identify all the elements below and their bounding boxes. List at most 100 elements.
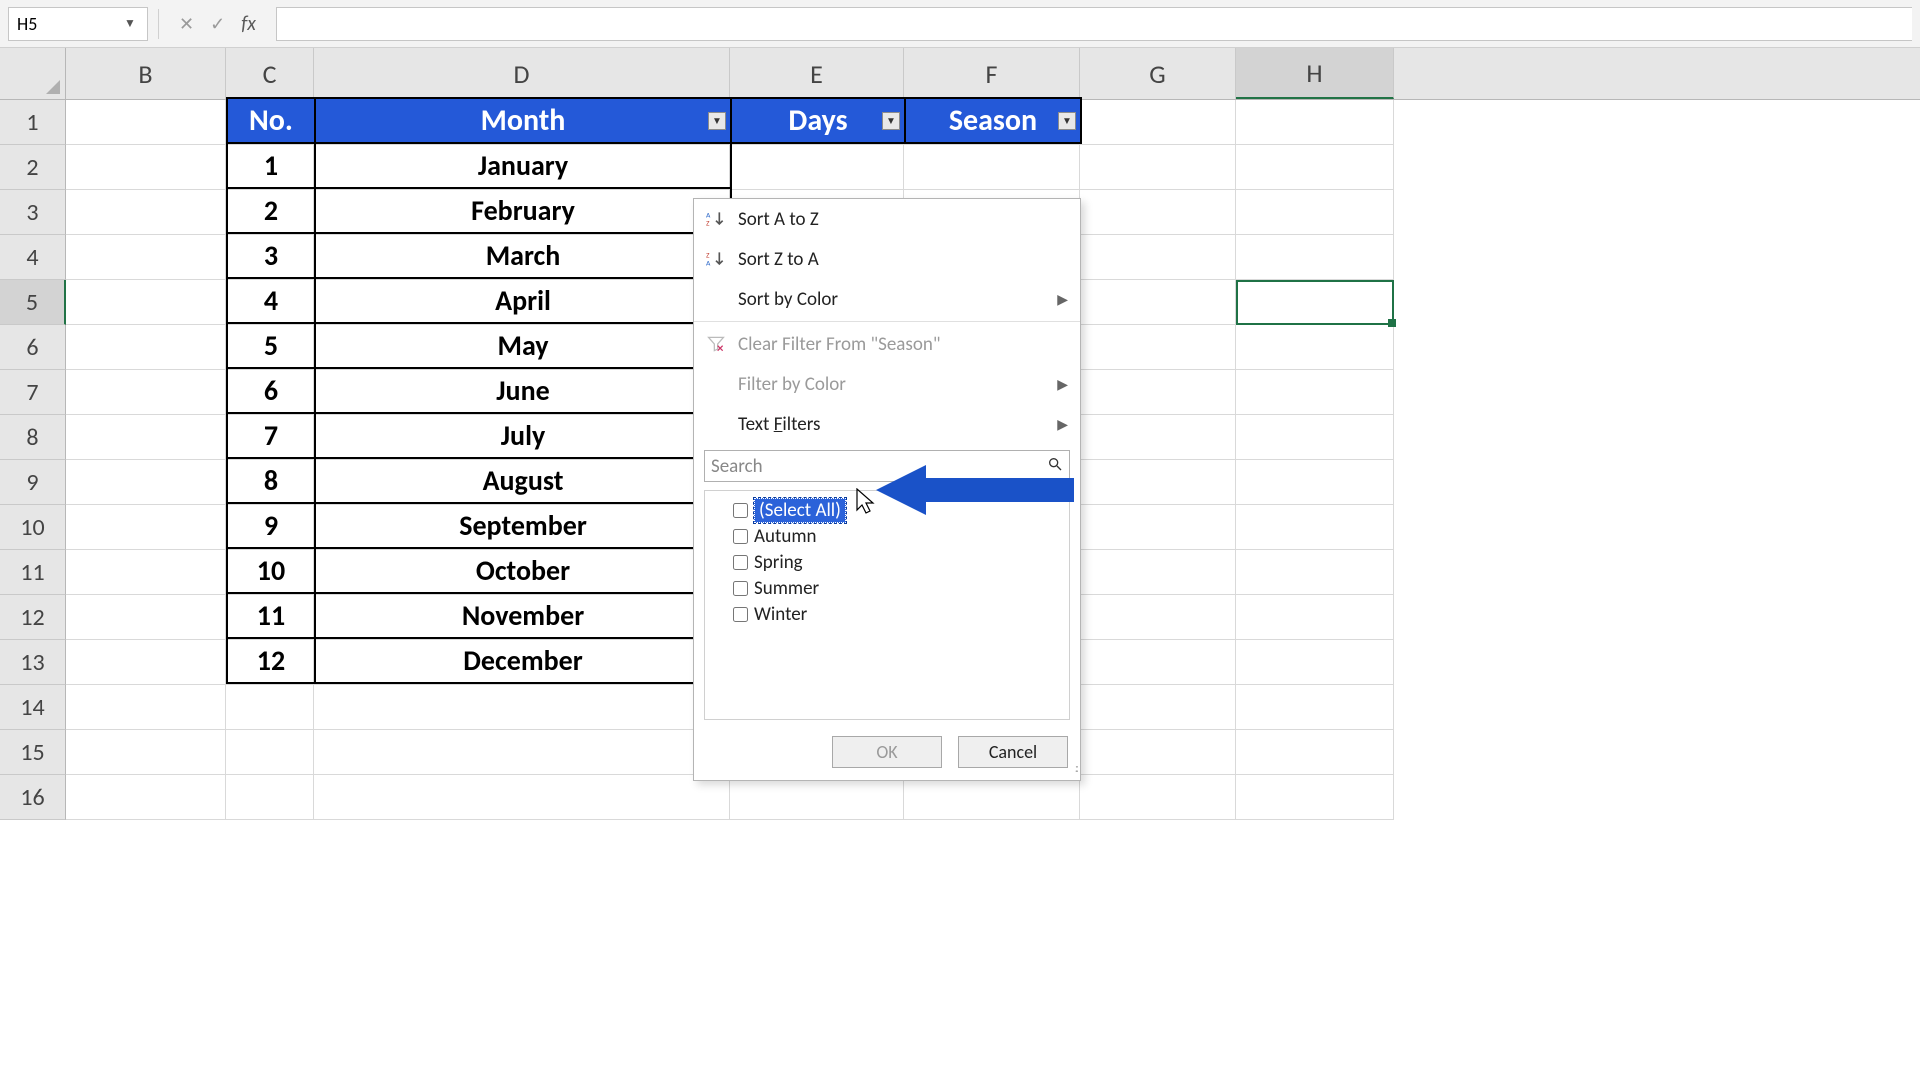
cell[interactable] bbox=[66, 505, 226, 550]
cell[interactable] bbox=[1236, 685, 1394, 730]
row-header-3[interactable]: 3 bbox=[0, 190, 66, 235]
cell[interactable] bbox=[1236, 190, 1394, 235]
cell-no[interactable]: 8 bbox=[227, 458, 315, 503]
resize-grip-icon[interactable]: .:: bbox=[1075, 761, 1076, 776]
cell[interactable] bbox=[1236, 145, 1394, 190]
row-header-11[interactable]: 11 bbox=[0, 550, 66, 595]
cell[interactable] bbox=[66, 190, 226, 235]
filter-checkbox[interactable] bbox=[733, 607, 748, 622]
cell[interactable] bbox=[1236, 325, 1394, 370]
cell-month[interactable]: January bbox=[315, 143, 731, 188]
cell[interactable] bbox=[1236, 280, 1394, 325]
cell[interactable] bbox=[314, 730, 730, 775]
col-header-d[interactable]: D bbox=[314, 48, 730, 99]
cell-month[interactable]: July bbox=[315, 413, 731, 458]
cell[interactable] bbox=[1080, 730, 1236, 775]
cell-no[interactable]: 7 bbox=[227, 413, 315, 458]
cancel-button[interactable]: Cancel bbox=[958, 736, 1068, 768]
chevron-down-icon[interactable]: ▼ bbox=[121, 16, 139, 31]
cell-no[interactable]: 12 bbox=[227, 638, 315, 683]
cell[interactable] bbox=[66, 370, 226, 415]
filter-option[interactable]: Summer bbox=[713, 575, 1061, 601]
cell[interactable] bbox=[66, 640, 226, 685]
cell[interactable] bbox=[1080, 370, 1236, 415]
filter-checkbox[interactable] bbox=[733, 529, 748, 544]
row-header-15[interactable]: 15 bbox=[0, 730, 66, 775]
cell[interactable] bbox=[1080, 775, 1236, 820]
row-header-16[interactable]: 16 bbox=[0, 775, 66, 820]
col-header-c[interactable]: C bbox=[226, 48, 314, 99]
cell[interactable] bbox=[66, 550, 226, 595]
col-header-f[interactable]: F bbox=[904, 48, 1080, 99]
fx-icon[interactable]: fx bbox=[241, 12, 256, 36]
cell[interactable] bbox=[1236, 370, 1394, 415]
cell[interactable] bbox=[1236, 595, 1394, 640]
cell[interactable] bbox=[66, 325, 226, 370]
row-header-9[interactable]: 9 bbox=[0, 460, 66, 505]
row-header-8[interactable]: 8 bbox=[0, 415, 66, 460]
cell[interactable] bbox=[1080, 550, 1236, 595]
filter-handle-days[interactable]: ▼ bbox=[882, 112, 900, 130]
cell[interactable] bbox=[730, 775, 904, 820]
select-all-checkbox[interactable] bbox=[733, 503, 748, 518]
cell-month[interactable]: June bbox=[315, 368, 731, 413]
col-header-e[interactable]: E bbox=[730, 48, 904, 99]
row-header-12[interactable]: 12 bbox=[0, 595, 66, 640]
cell-month[interactable]: September bbox=[315, 503, 731, 548]
cell[interactable] bbox=[66, 280, 226, 325]
sort-by-color[interactable]: Sort by Color ▶ bbox=[694, 279, 1080, 319]
cell[interactable] bbox=[66, 460, 226, 505]
cell[interactable] bbox=[1236, 550, 1394, 595]
row-header-13[interactable]: 13 bbox=[0, 640, 66, 685]
cell[interactable] bbox=[66, 415, 226, 460]
cell-month[interactable]: December bbox=[315, 638, 731, 683]
cell[interactable] bbox=[66, 100, 226, 145]
cell[interactable] bbox=[1236, 100, 1394, 145]
cell-no[interactable]: 5 bbox=[227, 323, 315, 368]
cell[interactable] bbox=[1236, 505, 1394, 550]
cell-no[interactable]: 9 bbox=[227, 503, 315, 548]
cell-month[interactable]: October bbox=[315, 548, 731, 593]
filter-handle-season[interactable]: ▼ bbox=[1058, 112, 1076, 130]
row-header-14[interactable]: 14 bbox=[0, 685, 66, 730]
cell-no[interactable]: 1 bbox=[227, 143, 315, 188]
cell[interactable] bbox=[66, 145, 226, 190]
cell[interactable] bbox=[1236, 415, 1394, 460]
col-header-b[interactable]: B bbox=[66, 48, 226, 99]
cell-month[interactable]: April bbox=[315, 278, 731, 323]
cell-month[interactable]: March bbox=[315, 233, 731, 278]
cell[interactable] bbox=[1080, 640, 1236, 685]
search-input[interactable]: Search bbox=[704, 450, 1070, 482]
cell[interactable] bbox=[1080, 325, 1236, 370]
filter-option[interactable]: Spring bbox=[713, 549, 1061, 575]
cell-no[interactable]: 6 bbox=[227, 368, 315, 413]
cell[interactable] bbox=[1080, 505, 1236, 550]
row-header-4[interactable]: 4 bbox=[0, 235, 66, 280]
cell-no[interactable]: 3 bbox=[227, 233, 315, 278]
cell[interactable] bbox=[1236, 640, 1394, 685]
row-header-6[interactable]: 6 bbox=[0, 325, 66, 370]
filter-checkbox[interactable] bbox=[733, 581, 748, 596]
cell[interactable] bbox=[66, 730, 226, 775]
cell[interactable] bbox=[226, 775, 314, 820]
cell[interactable] bbox=[1236, 775, 1394, 820]
cell[interactable] bbox=[1080, 100, 1236, 145]
row-header-2[interactable]: 2 bbox=[0, 145, 66, 190]
col-header-h[interactable]: H bbox=[1236, 48, 1394, 99]
cell[interactable] bbox=[1236, 235, 1394, 280]
cell-month[interactable]: February bbox=[315, 188, 731, 233]
sort-asc[interactable]: AZ Sort A to Z bbox=[694, 199, 1080, 239]
cell[interactable] bbox=[1080, 415, 1236, 460]
select-all-row[interactable]: (Select All) bbox=[713, 497, 1061, 523]
cell-no[interactable]: 11 bbox=[227, 593, 315, 638]
row-header-7[interactable]: 7 bbox=[0, 370, 66, 415]
cell[interactable] bbox=[1080, 190, 1236, 235]
filter-option[interactable]: Winter bbox=[713, 601, 1061, 627]
cell[interactable] bbox=[66, 685, 226, 730]
cell-month[interactable]: August bbox=[315, 458, 731, 503]
sort-desc[interactable]: ZA Sort Z to A bbox=[694, 239, 1080, 279]
cell[interactable] bbox=[1236, 730, 1394, 775]
cell-no[interactable]: 10 bbox=[227, 548, 315, 593]
cell[interactable] bbox=[1236, 460, 1394, 505]
cell-no[interactable]: 2 bbox=[227, 188, 315, 233]
